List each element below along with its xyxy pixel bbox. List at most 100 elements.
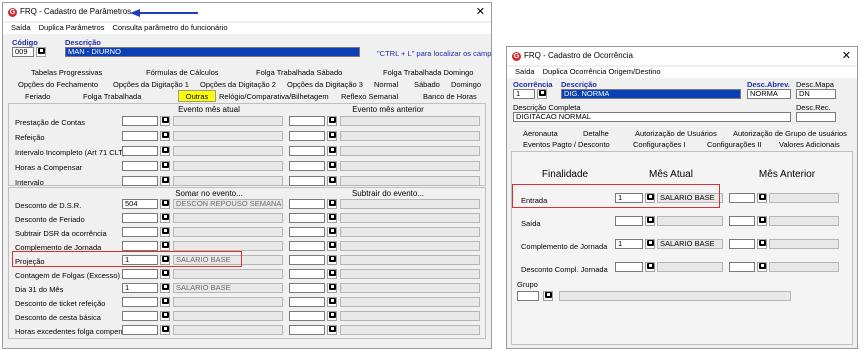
subtrair-lookup-button[interactable] xyxy=(327,283,337,293)
mes-atual-lookup-button[interactable] xyxy=(645,262,655,272)
grupo-lookup-button[interactable] xyxy=(543,291,553,301)
subtrair-lookup-button[interactable] xyxy=(327,325,337,335)
somar-code[interactable] xyxy=(122,227,158,237)
tab-opcoes-dig3[interactable]: Opções da Digitação 3 xyxy=(287,80,363,89)
subtrair-code[interactable] xyxy=(289,269,325,279)
evento-atual-code[interactable] xyxy=(122,161,158,171)
subtrair-code[interactable] xyxy=(289,227,325,237)
close-button[interactable]: ✕ xyxy=(842,49,851,62)
somar-code[interactable]: 1 xyxy=(122,283,158,293)
tab-detalhe[interactable]: Detalhe xyxy=(583,129,609,138)
grupo-input[interactable] xyxy=(517,291,539,301)
mes-anterior-code[interactable] xyxy=(729,262,755,272)
evento-atual-lookup-button[interactable] xyxy=(160,161,170,171)
tab-eventos-pagto[interactable]: Eventos Pagto / Desconto xyxy=(523,140,610,149)
menu-consulta[interactable]: Consulta parâmetro do funcionário xyxy=(112,23,227,34)
mes-anterior-lookup-button[interactable] xyxy=(757,239,767,249)
subtrair-lookup-button[interactable] xyxy=(327,241,337,251)
descricao-input[interactable]: DIG. NORMA xyxy=(561,89,741,99)
somar-code[interactable] xyxy=(122,297,158,307)
evento-atual-lookup-button[interactable] xyxy=(160,176,170,186)
mes-anterior-code[interactable] xyxy=(729,193,755,203)
tab-folga-domingo[interactable]: Folga Trabalhada Domingo xyxy=(383,68,473,77)
somar-code[interactable] xyxy=(122,213,158,223)
tab-outras[interactable]: Outras xyxy=(178,90,216,102)
evento-atual-lookup-button[interactable] xyxy=(160,116,170,126)
evento-anterior-lookup-button[interactable] xyxy=(327,161,337,171)
tab-reflexo[interactable]: Reflexo Semanal xyxy=(341,92,398,101)
codigo-input[interactable]: 009 xyxy=(12,47,34,57)
tab-sabado[interactable]: Sábado xyxy=(414,80,440,89)
subtrair-code[interactable] xyxy=(289,213,325,223)
subtrair-code[interactable] xyxy=(289,311,325,321)
subtrair-code[interactable] xyxy=(289,283,325,293)
somar-lookup-button[interactable] xyxy=(160,199,170,209)
tab-tabelas[interactable]: Tabelas Progressivas xyxy=(31,68,102,77)
rec-input[interactable] xyxy=(796,112,836,122)
mapa-input[interactable]: DN xyxy=(796,89,836,99)
somar-lookup-button[interactable] xyxy=(160,325,170,335)
subtrair-code[interactable] xyxy=(289,255,325,265)
subtrair-lookup-button[interactable] xyxy=(327,311,337,321)
subtrair-code[interactable] xyxy=(289,241,325,251)
abrev-input[interactable]: NORMA xyxy=(747,89,791,99)
evento-anterior-code[interactable] xyxy=(289,176,325,186)
somar-lookup-button[interactable] xyxy=(160,241,170,251)
subtrair-lookup-button[interactable] xyxy=(327,297,337,307)
mes-anterior-code[interactable] xyxy=(729,216,755,226)
tab-domingo[interactable]: Domingo xyxy=(451,80,481,89)
tab-folga-sabado[interactable]: Folga Trabalhada Sábado xyxy=(256,68,342,77)
evento-atual-lookup-button[interactable] xyxy=(160,146,170,156)
evento-atual-code[interactable] xyxy=(122,116,158,126)
descricao-input[interactable]: MAN - DIURNO xyxy=(65,47,360,57)
evento-anterior-lookup-button[interactable] xyxy=(327,146,337,156)
subtrair-lookup-button[interactable] xyxy=(327,199,337,209)
evento-anterior-lookup-button[interactable] xyxy=(327,116,337,126)
tab-opcoes-dig2[interactable]: Opções da Digitação 2 xyxy=(200,80,276,89)
tab-folga-trabalhada[interactable]: Folga Trabalhada xyxy=(83,92,141,101)
mes-atual-code[interactable] xyxy=(615,262,643,272)
mes-atual-code[interactable]: 1 xyxy=(615,239,643,249)
subtrair-lookup-button[interactable] xyxy=(327,227,337,237)
somar-code[interactable] xyxy=(122,325,158,335)
evento-anterior-code[interactable] xyxy=(289,131,325,141)
evento-atual-code[interactable] xyxy=(122,146,158,156)
somar-code[interactable] xyxy=(122,311,158,321)
menu-saida[interactable]: Saída xyxy=(515,67,535,78)
ocorrencia-input[interactable]: 1 xyxy=(513,89,535,99)
menu-saida[interactable]: Saída xyxy=(11,23,31,34)
somar-code[interactable]: 504 xyxy=(122,199,158,209)
evento-atual-code[interactable] xyxy=(122,131,158,141)
somar-code[interactable] xyxy=(122,269,158,279)
tab-valores-adicionais[interactable]: Valores Adicionais xyxy=(779,140,840,149)
mes-anterior-code[interactable] xyxy=(729,239,755,249)
somar-code[interactable] xyxy=(122,241,158,251)
somar-lookup-button[interactable] xyxy=(160,227,170,237)
menu-duplica-ocorrencia[interactable]: Duplica Ocorrência Origem/Destino xyxy=(543,67,661,78)
mes-atual-lookup-button[interactable] xyxy=(645,216,655,226)
subtrair-code[interactable] xyxy=(289,199,325,209)
codigo-lookup-button[interactable] xyxy=(36,47,46,57)
mes-anterior-lookup-button[interactable] xyxy=(757,193,767,203)
subtrair-lookup-button[interactable] xyxy=(327,255,337,265)
tab-configuracoes-2[interactable]: Configurações II xyxy=(707,140,762,149)
tab-opcoes-dig1[interactable]: Opções da Digitação 1 xyxy=(113,80,189,89)
subtrair-code[interactable] xyxy=(289,297,325,307)
mes-anterior-lookup-button[interactable] xyxy=(757,262,767,272)
subtrair-lookup-button[interactable] xyxy=(327,269,337,279)
evento-atual-lookup-button[interactable] xyxy=(160,131,170,141)
tab-normal[interactable]: Normal xyxy=(374,80,398,89)
somar-lookup-button[interactable] xyxy=(160,311,170,321)
somar-lookup-button[interactable] xyxy=(160,297,170,307)
close-button[interactable]: ✕ xyxy=(476,5,485,18)
evento-anterior-lookup-button[interactable] xyxy=(327,131,337,141)
mes-atual-lookup-button[interactable] xyxy=(645,239,655,249)
somar-lookup-button[interactable] xyxy=(160,269,170,279)
tab-banco-horas[interactable]: Banco de Horas xyxy=(423,92,477,101)
menu-duplica[interactable]: Duplica Parâmetros xyxy=(39,23,105,34)
tab-autorizacao-usuarios[interactable]: Autorização de Usuários xyxy=(635,129,717,138)
tab-relogio[interactable]: Relógio/Comparativa/Bilhetagem xyxy=(219,92,329,101)
completa-input[interactable]: DIGITACAO NORMAL xyxy=(513,112,791,122)
evento-anterior-lookup-button[interactable] xyxy=(327,176,337,186)
evento-anterior-code[interactable] xyxy=(289,116,325,126)
